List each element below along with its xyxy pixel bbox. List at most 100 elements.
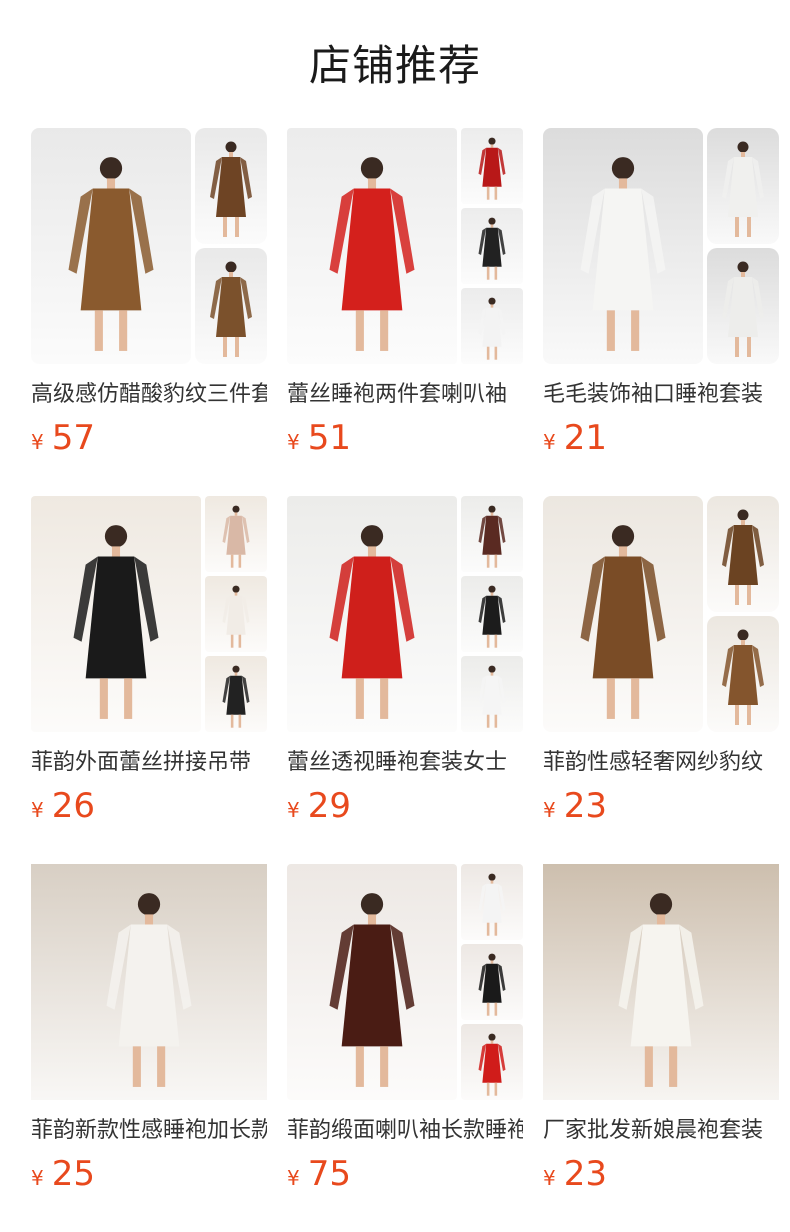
product-name[interactable]: 菲韵新款性感睡袍加长款 xyxy=(31,1116,267,1146)
thumb-photo xyxy=(461,864,523,940)
product-card[interactable]: 菲韵缎面喇叭袖长款睡袍 ¥75 xyxy=(287,864,523,1204)
currency-symbol: ¥ xyxy=(287,430,300,454)
product-card[interactable]: 高级感仿醋酸豹纹三件套 ¥57 xyxy=(31,128,267,468)
product-name[interactable]: 菲韵缎面喇叭袖长款睡袍 xyxy=(287,1116,523,1146)
product-card[interactable]: 毛毛装饰袖口睡袍套装 ¥21 xyxy=(543,128,779,468)
product-price: ¥26 xyxy=(31,786,95,826)
currency-symbol: ¥ xyxy=(543,1166,556,1190)
product-card[interactable]: 菲韵外面蕾丝拼接吊带 ¥26 xyxy=(31,496,267,836)
price-value: 26 xyxy=(51,786,95,826)
price-value: 25 xyxy=(51,1154,95,1194)
model-figure xyxy=(329,520,415,723)
main-photo xyxy=(543,128,703,364)
price-value: 23 xyxy=(563,1154,607,1194)
product-name[interactable]: 蕾丝透视睡袍套装女士 xyxy=(287,748,523,778)
price-value: 21 xyxy=(563,418,607,458)
model-figure xyxy=(329,152,415,355)
product-name[interactable]: 毛毛装饰袖口睡袍套装 xyxy=(543,380,779,410)
model-figure xyxy=(722,139,764,239)
price-value: 29 xyxy=(307,786,351,826)
price-value: 51 xyxy=(307,418,351,458)
model-figure xyxy=(210,259,252,359)
main-photo xyxy=(287,496,457,732)
model-figure xyxy=(618,888,704,1091)
main-photo xyxy=(543,496,703,732)
model-figure xyxy=(478,664,506,729)
currency-symbol: ¥ xyxy=(31,1166,44,1190)
model-figure xyxy=(722,627,764,727)
product-card[interactable]: 蕾丝透视睡袍套装女士 ¥29 xyxy=(287,496,523,836)
model-figure xyxy=(478,216,506,281)
product-grid: 高级感仿醋酸豹纹三件套 ¥57 蕾丝睡袍两件套喇叭袖 ¥51 毛毛装饰袖口睡袍套装 ¥21… xyxy=(0,0,790,1232)
product-image[interactable] xyxy=(287,864,523,1100)
thumb-photo xyxy=(461,496,523,572)
product-image[interactable] xyxy=(31,496,267,732)
model-figure xyxy=(580,152,666,355)
model-figure xyxy=(478,872,506,937)
product-price: ¥25 xyxy=(31,1154,95,1194)
product-name[interactable]: 高级感仿醋酸豹纹三件套 xyxy=(31,380,267,410)
price-value: 23 xyxy=(563,786,607,826)
product-name[interactable]: 菲韵性感轻奢网纱豹纹 xyxy=(543,748,779,778)
product-card[interactable]: 蕾丝睡袍两件套喇叭袖 ¥51 xyxy=(287,128,523,468)
product-name[interactable]: 菲韵外面蕾丝拼接吊带 xyxy=(31,748,267,778)
model-figure xyxy=(478,952,506,1017)
thumb-photo xyxy=(707,496,779,612)
thumb-photo xyxy=(461,128,523,204)
model-figure xyxy=(580,520,666,723)
model-figure xyxy=(478,1032,506,1097)
main-photo xyxy=(31,496,201,732)
product-image[interactable] xyxy=(543,128,779,364)
currency-symbol: ¥ xyxy=(287,798,300,822)
currency-symbol: ¥ xyxy=(543,798,556,822)
main-photo xyxy=(31,128,191,364)
product-image[interactable] xyxy=(287,128,523,364)
model-figure xyxy=(73,520,159,723)
product-price: ¥23 xyxy=(543,1154,607,1194)
currency-symbol: ¥ xyxy=(31,430,44,454)
product-image[interactable] xyxy=(287,496,523,732)
product-card[interactable]: 菲韵性感轻奢网纱豹纹 ¥23 xyxy=(543,496,779,836)
product-image[interactable] xyxy=(31,128,267,364)
thumb-photo xyxy=(195,248,267,364)
thumb-photo xyxy=(205,496,267,572)
model-figure xyxy=(222,504,250,569)
thumb-photo xyxy=(461,576,523,652)
product-image[interactable] xyxy=(31,864,267,1100)
model-figure xyxy=(478,504,506,569)
model-figure xyxy=(210,139,252,239)
model-figure xyxy=(478,136,506,201)
model-figure xyxy=(329,888,415,1091)
product-price: ¥51 xyxy=(287,418,351,458)
model-figure xyxy=(106,888,192,1091)
product-image[interactable] xyxy=(543,864,779,1100)
product-price: ¥75 xyxy=(287,1154,351,1194)
product-price: ¥21 xyxy=(543,418,607,458)
product-name[interactable]: 厂家批发新娘晨袍套装 xyxy=(543,1116,779,1146)
model-figure xyxy=(478,584,506,649)
currency-symbol: ¥ xyxy=(287,1166,300,1190)
thumb-photo xyxy=(707,616,779,732)
thumb-photo xyxy=(461,1024,523,1100)
product-card[interactable]: 菲韵新款性感睡袍加长款 ¥25 xyxy=(31,864,267,1204)
product-price: ¥57 xyxy=(31,418,95,458)
main-photo xyxy=(287,864,457,1100)
product-image[interactable] xyxy=(543,496,779,732)
main-photo xyxy=(287,128,457,364)
currency-symbol: ¥ xyxy=(543,430,556,454)
product-card[interactable]: 厂家批发新娘晨袍套装 ¥23 xyxy=(543,864,779,1204)
model-figure xyxy=(478,296,506,361)
main-photo xyxy=(31,864,267,1100)
thumb-photo xyxy=(461,208,523,284)
thumb-photo xyxy=(195,128,267,244)
thumb-photo xyxy=(707,248,779,364)
product-name[interactable]: 蕾丝睡袍两件套喇叭袖 xyxy=(287,380,523,410)
thumb-photo xyxy=(707,128,779,244)
product-price: ¥29 xyxy=(287,786,351,826)
product-price: ¥23 xyxy=(543,786,607,826)
model-figure xyxy=(722,507,764,607)
model-figure xyxy=(68,152,154,355)
price-value: 57 xyxy=(51,418,95,458)
model-figure xyxy=(722,259,764,359)
price-value: 75 xyxy=(307,1154,351,1194)
